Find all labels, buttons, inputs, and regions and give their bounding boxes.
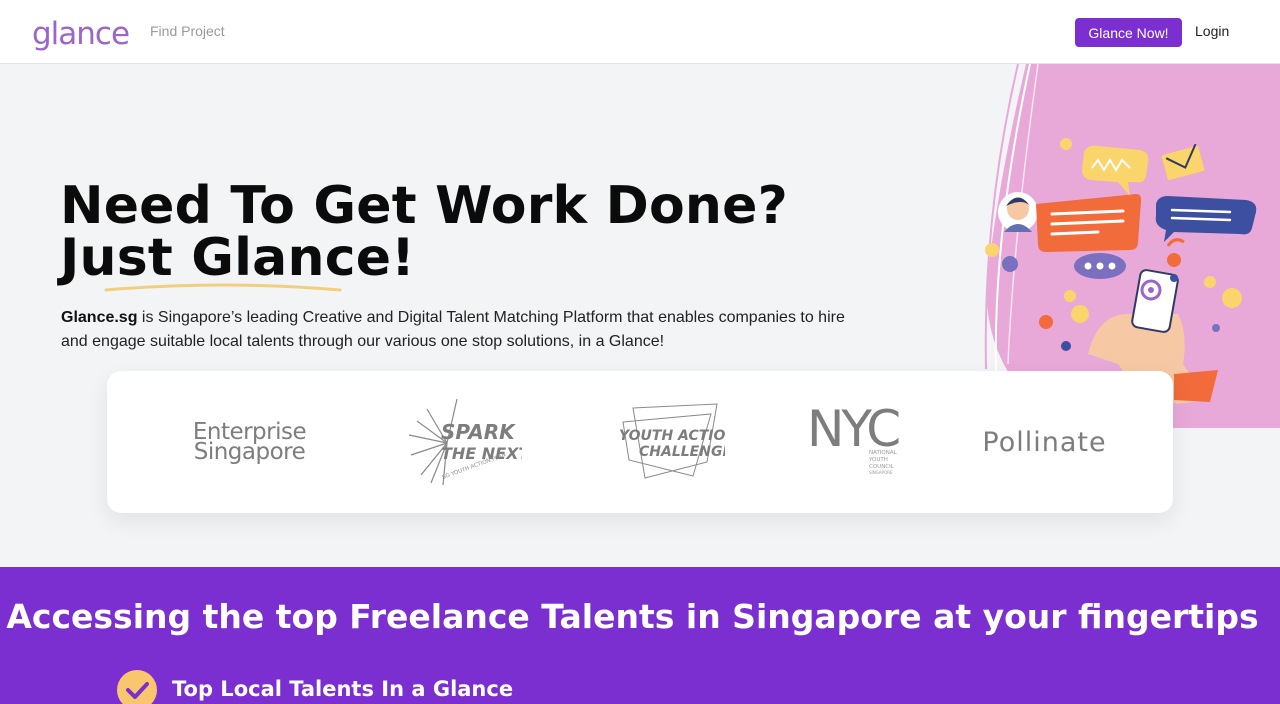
nyc-sub-2: YOUTH	[868, 457, 888, 463]
nyc-sub-1: NATIONAL	[869, 450, 898, 456]
pollinate-logo-text: Pollinate	[982, 426, 1107, 458]
national-youth-council-logo: NYC NATIONAL YOUTH COUNCIL SINGAPORE	[805, 371, 910, 513]
pollinate-logo: Pollinate	[977, 371, 1112, 513]
find-project-link[interactable]: Find Project	[150, 23, 225, 39]
spark-logo-line-1: SPARK	[441, 420, 516, 444]
title-underline-decoration	[104, 283, 342, 292]
top-navbar: glance Find Project Glance Now! Login	[0, 0, 1280, 64]
spark-burst-icon: SPARK THE NEXT SG YOUTH ACTION PLAN	[408, 398, 522, 485]
hero-title: Need To Get Work Done? Just Glance!	[60, 180, 788, 284]
nyc-sub-4: SINGAPORE	[869, 470, 893, 475]
hero-description-text: is Singapore’s leading Creative and Digi…	[61, 309, 845, 350]
youth-logo-line-2: CHALLENGE	[639, 444, 725, 460]
logo-wordmark: glance	[32, 16, 130, 52]
check-circle-icon	[117, 670, 157, 704]
enterprise-logo-line-2: Singapore	[193, 439, 306, 465]
glance-logo[interactable]: glance	[32, 12, 130, 52]
nyc-wordmark-icon: NYC NATIONAL YOUTH COUNCIL SINGAPORE	[807, 402, 902, 475]
brand-name: Glance.sg	[61, 309, 138, 326]
talents-section-title: Accessing the top Freelance Talents in S…	[6, 597, 1259, 636]
hero-title-line-2: Just Glance!	[60, 228, 416, 288]
login-link[interactable]: Login	[1195, 23, 1229, 39]
youth-logo-line-1: YOUTH ACTION	[619, 428, 725, 444]
hero-title-line-1: Need To Get Work Done?	[60, 176, 788, 236]
partner-logos-card: Enterprise Singapore SPARK THE NEXT SG Y…	[107, 371, 1173, 513]
enterprise-singapore-logo: Enterprise Singapore	[177, 371, 322, 513]
youth-challenge-frame-icon: YOUTH ACTION CHALLENGE	[619, 403, 725, 479]
spark-the-next-logo: SPARK THE NEXT SG YOUTH ACTION PLAN	[407, 371, 522, 513]
feature-top-local-talents: Top Local Talents In a Glance	[172, 677, 514, 701]
talents-section: Accessing the top Freelance Talents in S…	[0, 567, 1280, 704]
hero-description: Glance.sg is Singapore’s leading Creativ…	[61, 306, 861, 354]
youth-action-challenge-logo: YOUTH ACTION CHALLENGE	[615, 371, 725, 513]
glance-now-button[interactable]: Glance Now!	[1075, 18, 1182, 47]
